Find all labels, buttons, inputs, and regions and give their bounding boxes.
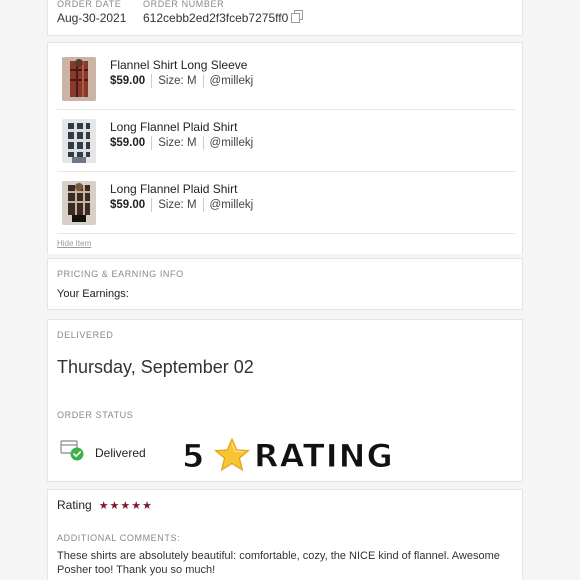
order-date: Aug-30-2021 <box>57 11 127 25</box>
pricing-section: PRICING & EARNING INFO Your Earnings: <box>47 258 523 310</box>
item-seller[interactable]: @millekj <box>210 75 254 87</box>
rating-section: Rating ★★★★★ ADDITIONAL COMMENTS: These … <box>47 489 523 580</box>
item-price: $59.00 <box>110 199 146 211</box>
item-thumbnail[interactable] <box>62 57 96 101</box>
divider <box>202 136 204 150</box>
item-size: Size: M <box>158 137 197 149</box>
item-size: Size: M <box>158 199 197 211</box>
divider <box>202 74 204 88</box>
list-item[interactable]: Long Flannel Plaid Shirt $59.00 Size: M … <box>57 172 515 234</box>
divider <box>151 74 153 88</box>
banner-word: RATING <box>254 437 394 476</box>
item-title[interactable]: Long Flannel Plaid Shirt <box>110 120 237 134</box>
delivery-date: Thursday, September 02 <box>57 357 254 377</box>
order-status-label: ORDER STATUS <box>57 410 134 420</box>
delivered-label: DELIVERED <box>57 330 114 340</box>
item-title[interactable]: Long Flannel Plaid Shirt <box>110 182 237 196</box>
item-seller[interactable]: @millekj <box>210 199 254 211</box>
comments-label: ADDITIONAL COMMENTS: <box>57 533 181 543</box>
order-number: 612cebb2ed2f3fceb7275ff0 <box>143 11 289 25</box>
order-header: ORDER DATE Aug-30-2021 ORDER NUMBER 612c… <box>47 0 523 36</box>
order-items: Flannel Shirt Long Sleeve $59.00 Size: M… <box>47 42 523 254</box>
pricing-label: PRICING & EARNING INFO <box>57 269 184 279</box>
order-status: Delivered <box>95 446 146 460</box>
item-meta: $59.00 Size: M @millekj <box>110 136 253 150</box>
list-item[interactable]: Flannel Shirt Long Sleeve $59.00 Size: M… <box>57 48 515 110</box>
divider <box>202 198 204 212</box>
item-size: Size: M <box>158 75 197 87</box>
item-thumbnail[interactable] <box>62 181 96 225</box>
comment-text: These shirts are absolutely beautiful: c… <box>57 550 500 576</box>
divider <box>151 198 153 212</box>
rating-label: Rating <box>57 498 92 512</box>
item-title[interactable]: Flannel Shirt Long Sleeve <box>110 58 247 72</box>
rating-stars-icon: ★★★★★ <box>98 499 153 512</box>
item-meta: $59.00 Size: M @millekj <box>110 198 253 212</box>
banner-number: 5 <box>181 437 206 476</box>
rating-banner: 5 RATING <box>181 437 434 476</box>
item-price: $59.00 <box>110 75 146 87</box>
copy-icon[interactable] <box>291 10 303 23</box>
rating-row: Rating ★★★★★ <box>57 498 153 512</box>
divider <box>151 136 153 150</box>
item-meta: $59.00 Size: M @millekj <box>110 74 253 88</box>
item-price: $59.00 <box>110 137 146 149</box>
list-item[interactable]: Long Flannel Plaid Shirt $59.00 Size: M … <box>57 110 515 172</box>
order-number-label: ORDER NUMBER <box>143 0 225 9</box>
earnings-label[interactable]: Your Earnings: <box>57 288 129 300</box>
order-date-label: ORDER DATE <box>57 0 122 9</box>
item-thumbnail[interactable] <box>62 119 96 163</box>
hide-item-link[interactable]: Hide Item <box>57 239 91 248</box>
package-check-icon <box>60 440 84 461</box>
item-seller[interactable]: @millekj <box>210 137 254 149</box>
star-emoji-icon <box>213 437 251 472</box>
